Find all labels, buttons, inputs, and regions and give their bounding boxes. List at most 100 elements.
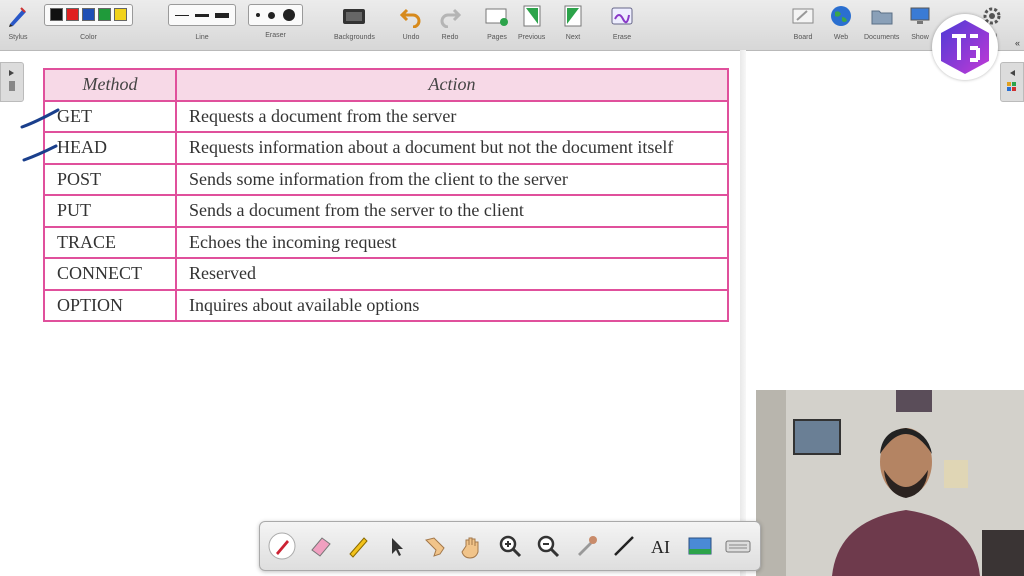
table-row: HEAD Requests information about a docume… [43, 131, 729, 165]
color-picker-button[interactable] [572, 532, 600, 560]
line-tool[interactable]: Line [168, 4, 236, 41]
pointer-button[interactable] [420, 532, 448, 560]
method-cell: OPTION [43, 288, 177, 322]
top-toolbar: Stylus Color Line Eraser Backgrounds Und… [0, 0, 1024, 51]
table-row: TRACE Echoes the incoming request [43, 225, 729, 259]
line-width-options [168, 4, 236, 26]
left-panel-toggle[interactable] [0, 62, 24, 102]
redo-button[interactable]: Redo [438, 4, 462, 41]
next-page-icon [564, 5, 582, 27]
ink-tick-head [22, 144, 58, 162]
drawing-tools-dock: AI [259, 521, 761, 571]
documents-button[interactable]: Documents [864, 4, 899, 41]
line-label: Line [195, 34, 209, 41]
backgrounds-icon [343, 9, 366, 24]
line-tool-icon [614, 536, 634, 556]
line-draw-button[interactable] [610, 532, 638, 560]
method-column-header: Method [43, 68, 177, 102]
table-row: CONNECT Reserved [43, 257, 729, 291]
expand-left-icon [1007, 70, 1016, 91]
web-label: Web [833, 34, 849, 41]
backgrounds-button[interactable]: Backgrounds [334, 4, 375, 41]
line-medium-option[interactable] [195, 13, 209, 17]
board-button[interactable]: Board [791, 4, 815, 41]
highlighter-button[interactable] [344, 532, 372, 560]
zoom-out-button[interactable] [534, 532, 562, 560]
grab-hand-icon [461, 537, 479, 559]
action-column-header: Action [175, 68, 729, 102]
table-row: OPTION Inquires about available options [43, 288, 729, 322]
erase-label: Erase [612, 34, 632, 41]
erase-button[interactable]: Erase [609, 4, 635, 41]
undo-label: Undo [402, 34, 420, 41]
undo-button[interactable]: Undo [399, 4, 423, 41]
undo-icon [399, 8, 421, 28]
keyboard-icon [725, 540, 751, 553]
stylus-tool[interactable]: Stylus [6, 4, 30, 41]
ink-tick-get [20, 108, 60, 129]
method-cell: CONNECT [43, 257, 177, 291]
line-thin-option[interactable] [175, 14, 189, 16]
table-row: GET Requests a document from the server [43, 99, 729, 133]
stylus-icon [9, 7, 26, 27]
collapse-toolbar-button[interactable]: « [1015, 38, 1020, 48]
action-cell: Reserved [175, 257, 729, 291]
ink-annotations [20, 108, 60, 162]
eraser-dock-button[interactable] [306, 532, 334, 560]
documents-label: Documents [864, 34, 900, 41]
stylus-label: Stylus [8, 34, 28, 41]
eraser-tool[interactable]: Eraser [248, 4, 303, 39]
eraser-large-option[interactable] [283, 9, 295, 21]
action-cell: Requests information about a document bu… [175, 131, 729, 165]
erase-icon [611, 7, 633, 25]
screen-capture-button[interactable] [686, 532, 714, 560]
highlighter-icon [349, 537, 368, 558]
hexagon-logo-icon [941, 20, 989, 74]
pages-label: Pages [487, 34, 507, 41]
color-swatch[interactable] [82, 8, 95, 21]
eraser-icon [311, 537, 331, 557]
show-label: Show [911, 34, 929, 41]
folder-icon [871, 10, 893, 25]
pan-button[interactable] [458, 532, 486, 560]
table-row: POST Sends some information from the cli… [43, 162, 729, 196]
line-thick-option[interactable] [215, 12, 229, 18]
pen-tool-button[interactable] [268, 532, 296, 560]
action-cell: Requests a document from the server [175, 99, 729, 133]
text-tool-button[interactable]: AI [648, 532, 676, 560]
zoom-in-icon [499, 535, 522, 558]
web-button[interactable]: Web [829, 4, 853, 41]
color-swatch[interactable] [114, 8, 127, 21]
next-button[interactable]: Next [561, 4, 585, 41]
redo-label: Redo [441, 34, 459, 41]
zoom-in-button[interactable] [496, 532, 524, 560]
monitor-icon [910, 7, 930, 24]
pages-icon [485, 8, 508, 26]
page-edge [740, 50, 746, 576]
show-button[interactable]: Show [908, 4, 932, 41]
color-tool[interactable]: Color [44, 4, 133, 41]
color-picker-icon [578, 536, 597, 556]
color-swatch[interactable] [50, 8, 63, 21]
eraser-medium-option[interactable] [268, 11, 275, 19]
method-cell: TRACE [43, 225, 177, 259]
previous-button[interactable]: Previous [518, 4, 545, 41]
pen-icon [268, 532, 296, 560]
color-swatches [44, 4, 133, 26]
pages-button[interactable]: Pages [484, 4, 510, 41]
action-cell: Sends some information from the client t… [175, 162, 729, 196]
method-cell: PUT [43, 194, 177, 228]
eraser-size-options [248, 4, 303, 26]
color-swatch[interactable] [98, 8, 111, 21]
right-panel-toggle[interactable] [1000, 62, 1024, 102]
eraser-label: Eraser [265, 32, 286, 39]
previous-page-icon [523, 5, 541, 27]
keyboard-button[interactable] [724, 532, 752, 560]
color-swatch[interactable] [66, 8, 79, 21]
previous-label: Previous [518, 34, 546, 41]
board-icon [792, 8, 814, 24]
eraser-small-option[interactable] [256, 13, 260, 17]
select-button[interactable] [382, 532, 410, 560]
cursor-icon [392, 538, 403, 556]
webcam-feed [756, 390, 1024, 576]
